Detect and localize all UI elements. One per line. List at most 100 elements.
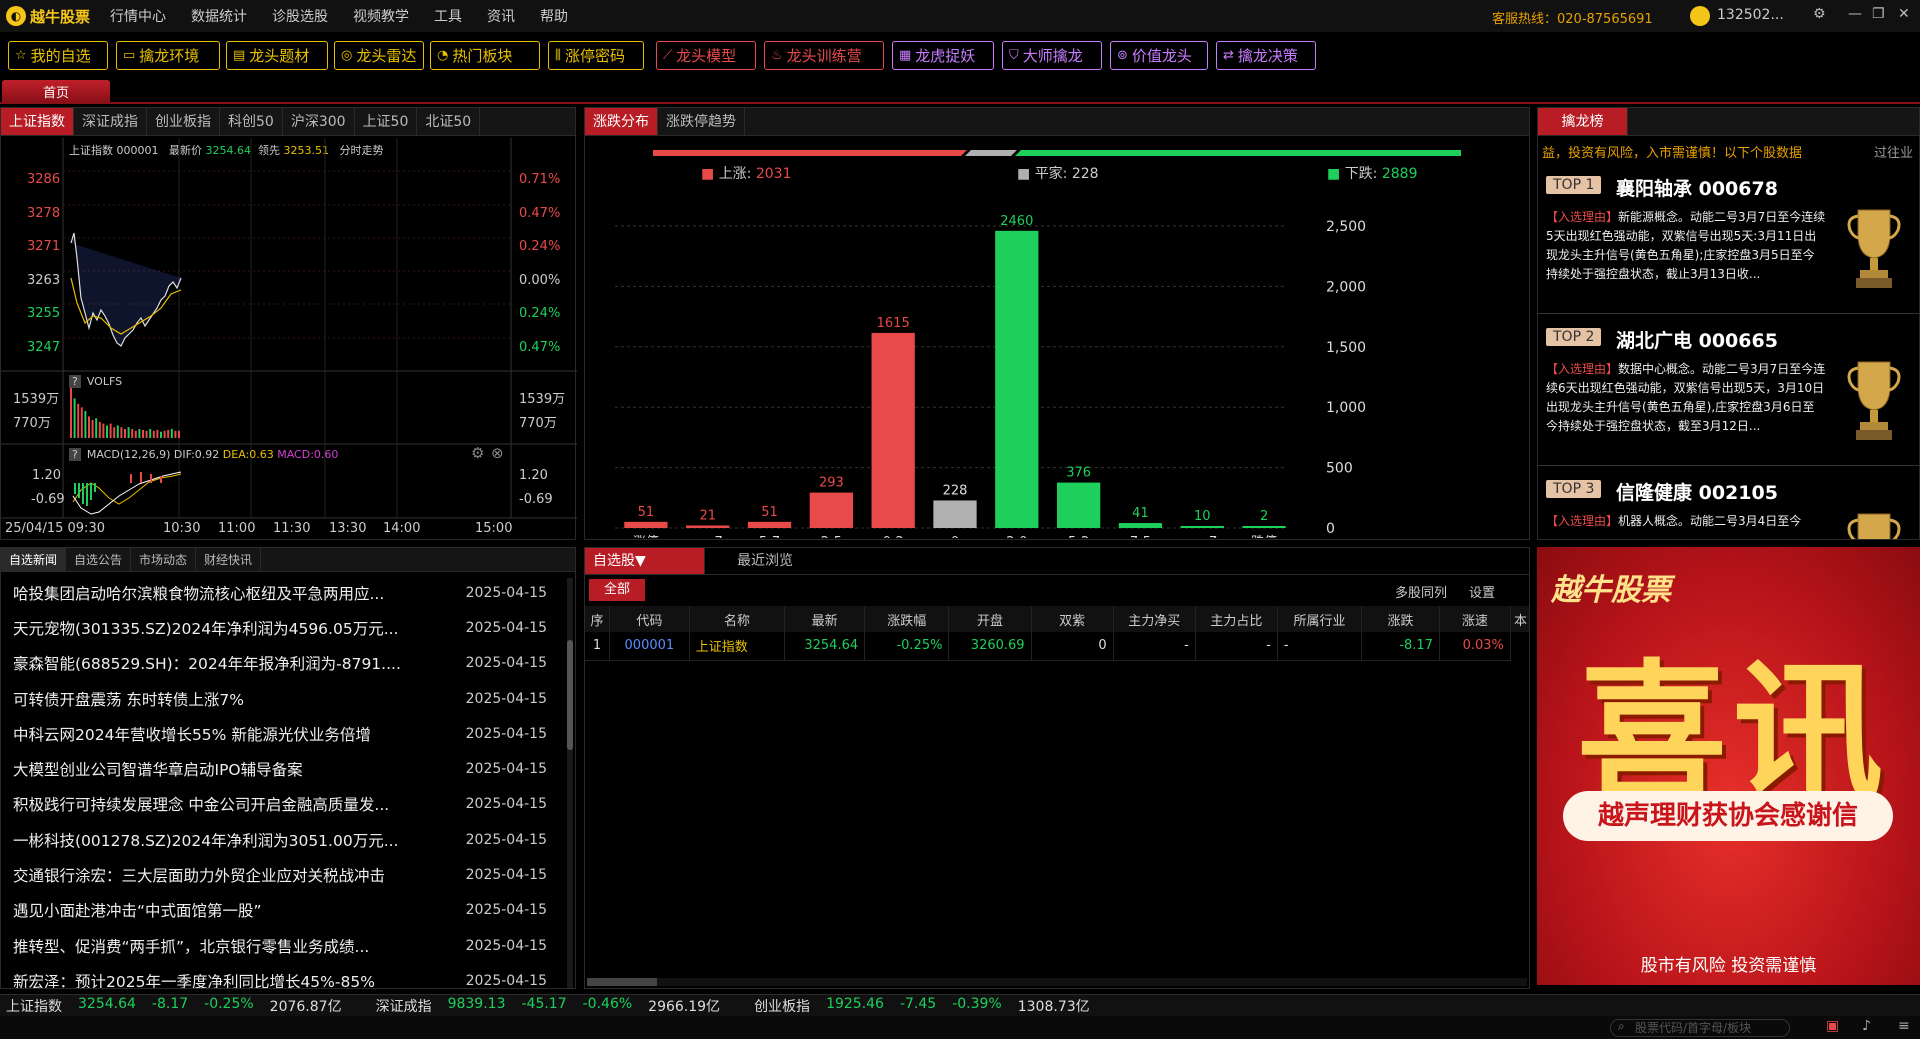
tab-recent[interactable]: 最近浏览	[705, 548, 825, 574]
col-header[interactable]: 序	[585, 606, 610, 632]
col-header[interactable]: 本	[1510, 606, 1529, 632]
menu-diagnose[interactable]: 诊股选股	[272, 6, 328, 26]
toolbar-button-6[interactable]: ⟋ 龙头模型	[656, 41, 756, 70]
bar-涨停[interactable]	[624, 521, 668, 528]
watch-scroll-thumb[interactable]	[587, 978, 657, 986]
toolbar-button-4[interactable]: ◔ 热门板块	[430, 41, 540, 70]
help-icon[interactable]: ?	[69, 448, 81, 461]
settings-gear-icon[interactable]: ⚙	[1813, 6, 1826, 22]
alert-icon[interactable]: ▣	[1826, 1018, 1839, 1034]
col-header[interactable]: 所属行业	[1277, 606, 1363, 632]
news-scroll-thumb[interactable]	[567, 640, 573, 750]
tab-index-4[interactable]: 沪深300	[283, 108, 355, 135]
rank-card[interactable]: TOP 1 襄阳轴承 000678 【入选理由】新能源概念。动能二号3月7日至今…	[1538, 166, 1919, 314]
tab-finance-flash[interactable]: 财经快讯	[196, 548, 262, 571]
news-title[interactable]: 哈投集团启动哈尔滨粮食物流核心枢纽及平急两用应...	[13, 582, 384, 604]
tab-index-3[interactable]: 科创50	[220, 108, 283, 135]
menu-news[interactable]: 资讯	[487, 6, 515, 26]
news-item[interactable]: 交通银行涂宏：三大层面助力外贸企业应对关税战冲击 2025-04-15	[1, 857, 567, 892]
news-item[interactable]: 豪森智能(688529.SH)：2024年年报净利润为-8791.... 2025…	[1, 646, 567, 681]
tab-index-2[interactable]: 创业板指	[147, 108, 220, 135]
stock-search-input[interactable]: 股票代码/首字母/板块	[1610, 1019, 1790, 1037]
close-circle-icon[interactable]: ⊗	[491, 444, 504, 462]
table-row[interactable]: 1 000001 上证指数 3254.64 -0.25% 3260.69 0- - - -8.17…	[585, 632, 1529, 661]
col-header[interactable]: 涨跌	[1361, 606, 1440, 632]
menu-market[interactable]: 行情中心	[110, 6, 166, 26]
menu-video[interactable]: 视频教学	[353, 6, 409, 26]
news-title[interactable]: 推转型、促消费“两手抓”，北京银行零售业务成绩...	[13, 935, 369, 957]
bar->=7[interactable]	[686, 525, 730, 528]
news-item[interactable]: 推转型、促消费“两手抓”，北京银行零售业务成绩... 2025-04-15	[1, 928, 567, 963]
news-title[interactable]: 新宏泽：预计2025年一季度净利同比增长45%-85%	[13, 970, 375, 988]
restore-icon[interactable]: ❐	[1872, 6, 1885, 22]
tab-watch-news[interactable]: 自选新闻	[1, 548, 67, 571]
news-title[interactable]: 遇见小面赴港冲击“中式面馆第一股”	[13, 899, 262, 921]
bar-0[interactable]	[933, 500, 977, 528]
col-header[interactable]: 名称	[689, 606, 786, 632]
status-index[interactable]: 上证指数 3254.64 -8.17 -0.25% 2076.87亿	[6, 996, 358, 1016]
news-title[interactable]: 豪森智能(688529.SH)：2024年年报净利润为-8791....	[13, 652, 401, 674]
bar-2-0[interactable]	[995, 230, 1039, 528]
bar-7-5[interactable]	[1118, 523, 1163, 528]
bell-icon[interactable]: ♪	[1862, 1018, 1871, 1034]
news-item[interactable]: 新宏泽：预计2025年一季度净利同比增长45%-85% 2025-04-15	[1, 963, 567, 988]
menu-help[interactable]: 帮助	[540, 6, 568, 26]
toolbar-button-3[interactable]: ◎ 龙头雷达	[334, 41, 424, 70]
user-id[interactable]: 132502...	[1717, 7, 1784, 23]
tab-index-0[interactable]: 上证指数	[1, 108, 74, 135]
rank-card[interactable]: TOP 3 信隆健康 002105 【入选理由】机器人概念。动能二号3月4日至今	[1538, 470, 1919, 539]
news-title[interactable]: 一彬科技(001278.SZ)2024年净利润为3051.00万元...	[13, 829, 398, 851]
col-header[interactable]: 涨速	[1439, 606, 1511, 632]
news-title[interactable]: 中科云网2024年营收增长55% 新能源光伏业务倍增	[13, 723, 371, 745]
news-item[interactable]: 中科云网2024年营收增长55% 新能源光伏业务倍增 2025-04-15	[1, 716, 567, 751]
tab-rank[interactable]: 擒龙榜	[1538, 108, 1628, 135]
app-logo[interactable]: ◐ 越牛股票	[6, 6, 90, 27]
toolbar-button-2[interactable]: ▤ 龙头题材	[226, 41, 328, 70]
bar-跌停[interactable]	[1242, 526, 1286, 528]
menu-tools[interactable]: 工具	[434, 6, 462, 26]
settings-button[interactable]: 设置	[1469, 582, 1495, 601]
bar-2-5[interactable]	[809, 492, 853, 528]
bar-5-2[interactable]	[1057, 482, 1101, 528]
toolbar-button-5[interactable]: ⫼ 涨停密码	[548, 41, 644, 70]
news-scrollbar[interactable]	[567, 578, 573, 988]
gear-icon[interactable]: ⚙	[471, 444, 484, 462]
toolbar-button-10[interactable]: ⊚ 价值龙头	[1110, 41, 1208, 70]
col-header[interactable]: 代码	[609, 606, 690, 632]
toolbar-button-0[interactable]: ☆ 我的自选	[8, 41, 108, 70]
news-title[interactable]: 天元宠物(301335.SZ)2024年净利润为4596.05万元...	[13, 617, 398, 639]
col-header[interactable]: 主力占比	[1195, 606, 1278, 632]
menu-icon[interactable]: ≡	[1898, 1018, 1910, 1034]
news-item[interactable]: 遇见小面赴港冲击“中式面馆第一股” 2025-04-15	[1, 893, 567, 928]
toolbar-button-7[interactable]: ♨ 龙头训练营	[764, 41, 884, 70]
toolbar-button-9[interactable]: ⛉ 大师擒龙	[1002, 41, 1102, 70]
bar-5-7[interactable]	[747, 521, 792, 528]
status-index[interactable]: 创业板指 1925.46 -7.45 -0.39% 1308.73亿	[754, 996, 1106, 1016]
toolbar-button-11[interactable]: ⇄ 擒龙决策	[1216, 41, 1316, 70]
rank-card[interactable]: TOP 2 湖北广电 000665 【入选理由】数据中心概念。动能二号3月7日至…	[1538, 318, 1919, 466]
rank-stock-name[interactable]: 湖北广电 000665	[1616, 326, 1778, 353]
close-icon[interactable]: ✕	[1898, 6, 1910, 22]
rank-stock-name[interactable]: 信隆健康 002105	[1616, 478, 1778, 505]
toolbar-button-8[interactable]: ▦ 龙虎捉妖	[892, 41, 994, 70]
tab-limit-trend[interactable]: 涨跌停趋势	[658, 108, 745, 135]
tab-market-news[interactable]: 市场动态	[131, 548, 197, 571]
ad-banner[interactable]: 越牛股票 喜讯 越声理财获协会感谢信 股市有风险 投资需谨慎	[1537, 547, 1920, 985]
col-header[interactable]: 最新	[784, 606, 866, 632]
tab-dist[interactable]: 涨跌分布	[585, 108, 658, 135]
news-title[interactable]: 大模型创业公司智谱华章启动IPO辅导备案	[13, 758, 303, 780]
filter-all[interactable]: 全部	[589, 579, 645, 601]
news-item[interactable]: 积极践行可持续发展理念 中金公司开启金融高质量发... 2025-04-15	[1, 787, 567, 822]
help-icon[interactable]: ?	[69, 375, 81, 388]
tab-index-1[interactable]: 深证成指	[74, 108, 147, 135]
toolbar-button-1[interactable]: ▭ 擒龙环境	[116, 41, 220, 70]
bar-0-2[interactable]	[871, 332, 915, 528]
news-item[interactable]: 大模型创业公司智谱华章启动IPO辅导备案 2025-04-15	[1, 751, 567, 786]
news-item[interactable]: 可转债开盘震荡 东时转债上涨7% 2025-04-15	[1, 681, 567, 716]
col-header[interactable]: 双紫	[1031, 606, 1114, 632]
col-header[interactable]: 涨跌幅	[864, 606, 950, 632]
tab-watch-notice[interactable]: 自选公告	[66, 548, 132, 571]
news-title[interactable]: 交通银行涂宏：三大层面助力外贸企业应对关税战冲击	[13, 864, 385, 886]
multi-stock-button[interactable]: 多股同列	[1395, 582, 1447, 601]
col-header[interactable]: 开盘	[948, 606, 1032, 632]
